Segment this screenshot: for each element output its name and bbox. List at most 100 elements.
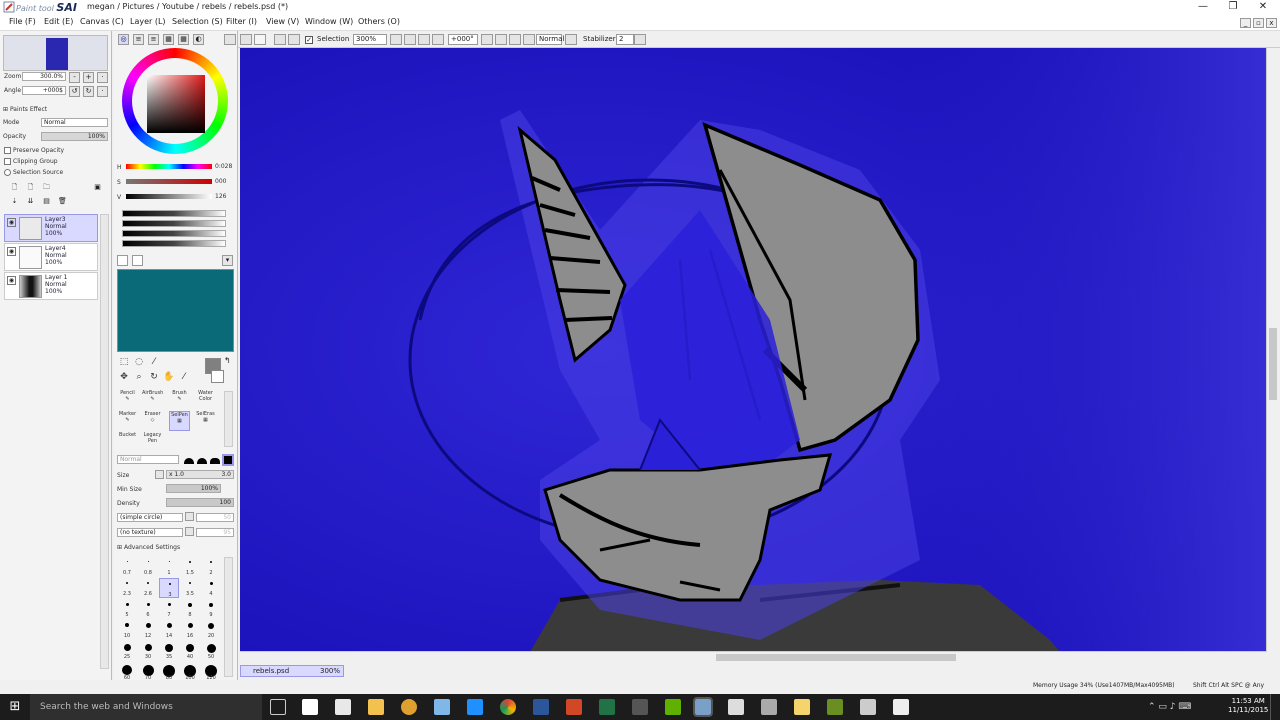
color-wheel-tab-icon[interactable]: ◎ (118, 34, 129, 45)
rotate-right-button[interactable]: ↻ (83, 86, 94, 97)
clipping-group-checkbox[interactable] (4, 158, 11, 165)
min-size-slider[interactable]: 100% (166, 484, 221, 493)
brush-size-preset[interactable]: 5 (117, 599, 137, 619)
horizontal-scroll-thumb[interactable] (716, 654, 956, 661)
select-all-icon[interactable] (274, 34, 286, 45)
rotate-cw-icon[interactable] (495, 34, 507, 45)
menu-layer[interactable]: Layer (L) (130, 17, 166, 26)
maximize-button[interactable]: ❐ (1218, 0, 1248, 15)
brush-size-preset[interactable]: 120 (201, 662, 221, 682)
calculator-icon[interactable] (335, 699, 351, 715)
mdi-minimize-button[interactable]: _ (1240, 18, 1251, 28)
zoom-in-toolbar-icon[interactable] (404, 34, 416, 45)
brush-size-preset[interactable]: 25 (117, 641, 137, 661)
brush-size-preset[interactable]: 8 (180, 599, 200, 619)
canvas-horizontal-scrollbar[interactable] (240, 651, 1266, 662)
size-multiplier-icon[interactable] (155, 470, 164, 479)
brush-size-preset[interactable]: 7 (159, 599, 179, 619)
sticky-notes-icon[interactable] (794, 699, 810, 715)
new-layer-icon[interactable]: 🗋 (9, 183, 20, 194)
preserve-opacity-checkbox[interactable] (4, 147, 11, 154)
mdi-restore-button[interactable]: ▫ (1253, 18, 1264, 28)
canvas-vertical-scrollbar[interactable] (1266, 48, 1278, 652)
layer-panel-scrollbar[interactable] (100, 214, 109, 669)
taskbar-clock[interactable]: 11:53 AM 11/11/2015 (1228, 697, 1268, 715)
new-linework-layer-icon[interactable]: 🗋 (25, 183, 36, 194)
brush-shape-icon[interactable] (184, 458, 194, 464)
crop-icon[interactable] (288, 34, 300, 45)
brush-shape-icon[interactable] (222, 454, 234, 466)
texture-select[interactable]: (no texture) (117, 528, 183, 537)
eye-icon[interactable]: ◉ (7, 247, 16, 256)
current-color-swatch[interactable] (117, 269, 234, 352)
zoom-in-button[interactable]: + (83, 72, 94, 83)
hand-icon[interactable]: ✋ (163, 372, 175, 384)
view-blend-menu-icon[interactable] (565, 34, 577, 45)
rotate-reset-button[interactable]: · (97, 86, 108, 97)
swap-colors-icon[interactable]: ↰ (224, 356, 231, 365)
transfer-down-icon[interactable]: ⇣ (9, 197, 20, 208)
tool-bucket[interactable]: Bucket (117, 432, 138, 452)
density-slider[interactable]: 100 (166, 498, 234, 507)
task-view-icon[interactable] (270, 699, 286, 715)
invert-selection-icon[interactable] (254, 34, 266, 45)
gradation-bar-2[interactable] (122, 220, 226, 227)
menu-view[interactable]: View (V) (266, 17, 299, 26)
texture-strength[interactable]: 95 (196, 528, 234, 537)
layer-item[interactable]: ◉ Layer 1 Normal 100% (4, 272, 98, 300)
minimize-button[interactable]: — (1188, 0, 1218, 15)
eyedropper-icon[interactable]: ⁄ (178, 372, 190, 384)
swatch-toggle-icon[interactable] (117, 255, 128, 266)
word-icon[interactable] (533, 699, 549, 715)
layer-item[interactable]: ◉ Layer4 Normal 100% (4, 243, 98, 271)
layer-menu-icon[interactable]: ▣ (92, 183, 103, 194)
new-folder-icon[interactable]: 🗀 (41, 183, 52, 194)
mdi-close-button[interactable]: x (1266, 18, 1277, 28)
saturation-value-box[interactable] (147, 75, 205, 133)
angle-combo[interactable]: +000° (448, 34, 478, 45)
menu-selection[interactable]: Selection (S) (172, 17, 223, 26)
delete-layer-icon[interactable]: 🗑 (57, 197, 68, 208)
brush-shape-menu-icon[interactable] (185, 512, 194, 521)
brush-size-preset[interactable]: 12 (138, 620, 158, 640)
background-color-chip[interactable] (211, 370, 224, 383)
file-explorer-icon[interactable] (368, 699, 384, 715)
zoom-field[interactable]: 300.0% (22, 72, 66, 81)
menu-file[interactable]: File (F) (9, 17, 36, 26)
brush-size-preset[interactable]: 20 (201, 620, 221, 640)
brush-preset-scrollbar[interactable] (224, 557, 233, 677)
brush-size-preset[interactable]: 1.5 (180, 557, 200, 577)
flip-horizontal-icon[interactable] (523, 34, 535, 45)
move-icon[interactable]: ✥ (118, 372, 130, 384)
brush-shape-strength[interactable]: 50 (196, 513, 234, 522)
store-icon[interactable] (302, 699, 318, 715)
brush-size-preset[interactable]: 10 (117, 620, 137, 640)
powerpoint-icon[interactable] (566, 699, 582, 715)
angle-field[interactable]: +000$ (22, 86, 66, 95)
clear-layer-icon[interactable]: ▤ (41, 197, 52, 208)
rotate-ccw-icon[interactable] (481, 34, 493, 45)
paints-effect-header[interactable]: ⊞ Paints Effect (3, 106, 47, 113)
value-slider[interactable] (126, 194, 212, 199)
tool-selpen[interactable]: SelPen ▦ (169, 411, 190, 431)
brush-size-preset[interactable]: 14 (159, 620, 179, 640)
brush-size-preset[interactable]: 60 (117, 662, 137, 682)
brush-size-preset[interactable]: 2.6 (138, 578, 158, 598)
document-tab[interactable]: rebels.psd 300% (240, 665, 344, 677)
brush-size-preset[interactable]: 2 (201, 557, 221, 577)
zoom-out-button[interactable]: - (69, 72, 80, 83)
rotate-tool-icon[interactable]: ↻ (148, 372, 160, 384)
eye-icon[interactable]: ◉ (7, 276, 16, 285)
app-icon[interactable] (632, 699, 648, 715)
gradation-bar-4[interactable] (122, 240, 226, 247)
minecraft-icon[interactable] (827, 699, 843, 715)
brush-size-preset[interactable]: 16 (180, 620, 200, 640)
vertical-scroll-thumb[interactable] (1269, 328, 1277, 400)
taskbar-search[interactable]: Search the web and Windows (30, 694, 262, 720)
brush-size-preset[interactable]: 80 (159, 662, 179, 682)
brush-blend-select[interactable]: Normal (117, 455, 179, 464)
gradation-tab-icon[interactable]: ▦ (163, 34, 174, 45)
navigator-preview[interactable] (3, 35, 108, 71)
windows-start-icon[interactable]: ⊞ (0, 694, 30, 720)
zoom-out-toolbar-icon[interactable] (390, 34, 402, 45)
